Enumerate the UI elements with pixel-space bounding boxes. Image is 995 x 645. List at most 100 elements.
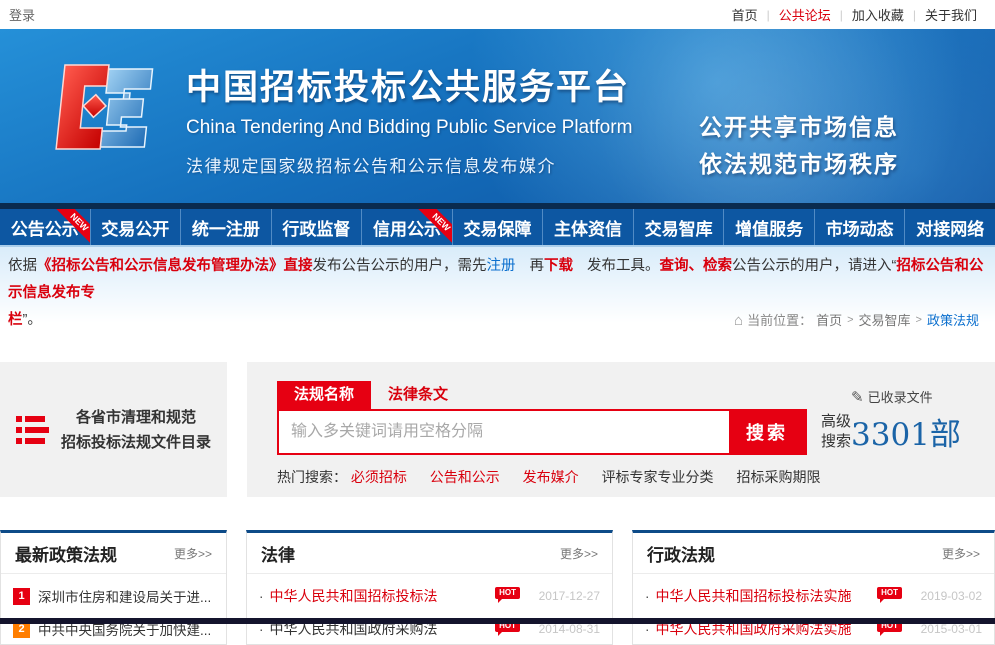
topbar-link-about[interactable]: 关于我们 bbox=[925, 5, 977, 24]
more-link[interactable]: 更多>> bbox=[560, 545, 598, 562]
brand-block: 中国招标投标公共服务平台 China Tendering And Bidding… bbox=[186, 59, 632, 177]
panel-title: 最新政策法规 bbox=[15, 541, 117, 566]
divider: | bbox=[767, 8, 770, 22]
slogan-line-1: 公开共享市场信息 bbox=[699, 109, 899, 146]
nav-label: 对接网络 bbox=[916, 215, 984, 240]
collected-label: ✎ 已收录文件 bbox=[851, 387, 983, 406]
bottom-dark-strip bbox=[0, 618, 995, 624]
notice-text: ”。 bbox=[23, 312, 42, 328]
topbar-link-home[interactable]: 首页 bbox=[732, 5, 758, 24]
bullet: · bbox=[259, 589, 264, 604]
nav-label: 增值服务 bbox=[735, 215, 803, 240]
nav-label: 交易保障 bbox=[464, 215, 532, 240]
notice-law-link[interactable]: 《招标公告和公示信息发布管理办法》直接 bbox=[37, 258, 313, 274]
breadcrumb-label: 当前位置： bbox=[747, 307, 812, 334]
nav-item-trade-open[interactable]: 交易公开 bbox=[91, 209, 182, 245]
hot-link-expert-category[interactable]: 评标专家专业分类 bbox=[602, 469, 714, 485]
rank-badge: 1 bbox=[13, 588, 30, 605]
nav-item-entity-credit[interactable]: 主体资信 bbox=[543, 209, 634, 245]
collected-label-text: 已收录文件 bbox=[868, 390, 933, 405]
provincial-catalog-card[interactable]: 各省市清理和规范 招标投标法规文件目录 bbox=[0, 362, 227, 497]
panel-header: 行政法规 更多>> bbox=[633, 533, 994, 574]
search-panel: 法规名称 法律条文 搜索 高级搜索 ✎已收录文件 3301部 热门搜索： 必须招… bbox=[247, 362, 995, 497]
catalog-line-2: 招标投标法规文件目录 bbox=[61, 430, 211, 455]
panel-header: 法律 更多>> bbox=[247, 533, 612, 574]
collected-files-block: ✎已收录文件 3301部 bbox=[851, 387, 983, 454]
list-item[interactable]: 1 深圳市住房和建设局关于进... bbox=[13, 581, 214, 611]
hot-link-announcement[interactable]: 公告和公示 bbox=[430, 469, 500, 485]
home-icon: ⌂ bbox=[734, 307, 743, 334]
item-date: 2015-03-01 bbox=[908, 622, 982, 636]
nav-label: 主体资信 bbox=[554, 215, 622, 240]
item-date: 2014-08-31 bbox=[526, 622, 600, 636]
panel-admin-regulations: 行政法规 更多>> · 中华人民共和国招标投标法实施 HOT 2019-03-0… bbox=[632, 530, 995, 645]
nav-item-announcements[interactable]: 公告公示 NEW bbox=[0, 209, 91, 245]
hot-link-procurement-period[interactable]: 招标采购期限 bbox=[736, 469, 820, 485]
topbar: 登录 首页 | 公共论坛 | 加入收藏 | 关于我们 bbox=[0, 0, 995, 29]
divider: | bbox=[840, 8, 843, 22]
nav-item-think-tank[interactable]: 交易智库 bbox=[634, 209, 725, 245]
notice-bar: 依据《招标公告和公示信息发布管理办法》直接发布公告公示的用户，需先注册再下载发布… bbox=[0, 247, 995, 336]
topbar-link-favorite[interactable]: 加入收藏 bbox=[852, 5, 904, 24]
panel-list: 1 深圳市住房和建设局关于进... 2 中共中央国务院关于加快建... bbox=[1, 574, 226, 644]
hot-search-row: 热门搜索： 必须招标 公告和公示 发布媒介 评标专家专业分类 招标采购期限 bbox=[277, 467, 995, 487]
nav-item-connect-network[interactable]: 对接网络 bbox=[905, 209, 995, 245]
notice-text: 发布公告公示的用户，需先 bbox=[313, 258, 487, 274]
register-link[interactable]: 注册 bbox=[487, 258, 516, 274]
hot-badge: HOT bbox=[877, 587, 902, 599]
query-search-link[interactable]: 查询、检索 bbox=[660, 258, 733, 274]
nav-item-credit[interactable]: 信用公示 NEW bbox=[362, 209, 453, 245]
notice-text: 再 bbox=[530, 258, 545, 274]
topbar-link-forum[interactable]: 公共论坛 bbox=[779, 5, 831, 24]
nav-item-value-services[interactable]: 增值服务 bbox=[724, 209, 815, 245]
nav-label: 市场动态 bbox=[826, 215, 894, 240]
site-header: 中国招标投标公共服务平台 China Tendering And Bidding… bbox=[0, 29, 995, 203]
notice-text: 发布工具。 bbox=[587, 258, 660, 274]
nav-label: 统一注册 bbox=[192, 215, 260, 240]
site-tagline: 法律规定国家级招标公告和公示信息发布媒介 bbox=[186, 152, 632, 177]
item-text: 中华人民共和国招标投标法 bbox=[270, 586, 490, 606]
item-text: 深圳市住房和建设局关于进... bbox=[38, 586, 211, 606]
nav-item-trade-guarantee[interactable]: 交易保障 bbox=[453, 209, 544, 245]
breadcrumb-sep: > bbox=[847, 307, 853, 334]
breadcrumb-home[interactable]: 首页 bbox=[816, 307, 842, 334]
panel-latest-policies: 最新政策法规 更多>> 1 深圳市住房和建设局关于进... 2 中共中央国务院关… bbox=[0, 530, 227, 645]
search-input[interactable] bbox=[279, 411, 729, 453]
download-link[interactable]: 下载 bbox=[544, 258, 573, 274]
site-subtitle: China Tendering And Bidding Public Servi… bbox=[186, 117, 632, 139]
panel-laws: 法律 更多>> · 中华人民共和国招标投标法 HOT 2017-12-27 · … bbox=[246, 530, 613, 645]
hot-link-must-tender[interactable]: 必须招标 bbox=[351, 469, 407, 485]
more-link[interactable]: 更多>> bbox=[174, 545, 212, 562]
tab-law-article[interactable]: 法律条文 bbox=[371, 381, 465, 409]
list-icon bbox=[16, 411, 49, 449]
list-item[interactable]: · 中华人民共和国招标投标法 HOT 2017-12-27 bbox=[259, 581, 600, 611]
item-date: 2017-12-27 bbox=[526, 589, 600, 603]
nav-label: 交易公开 bbox=[101, 215, 169, 240]
bullet: · bbox=[645, 589, 650, 604]
panel-header: 最新政策法规 更多>> bbox=[1, 533, 226, 574]
more-link[interactable]: 更多>> bbox=[942, 545, 980, 562]
search-button[interactable]: 搜索 bbox=[729, 411, 805, 453]
special-column-link[interactable]: 栏 bbox=[8, 312, 23, 328]
panel-title: 行政法规 bbox=[647, 541, 715, 566]
nav-item-market-trends[interactable]: 市场动态 bbox=[815, 209, 906, 245]
nav-label: 行政监督 bbox=[282, 215, 350, 240]
nav-item-unified-register[interactable]: 统一注册 bbox=[181, 209, 272, 245]
tab-law-name[interactable]: 法规名称 bbox=[277, 381, 371, 409]
hot-link-media[interactable]: 发布媒介 bbox=[523, 469, 579, 485]
breadcrumb-current[interactable]: 政策法规 bbox=[927, 307, 979, 334]
notice-line-2: 栏”。 ⌂ 当前位置： 首页 > 交易智库 > 政策法规 bbox=[8, 307, 987, 334]
nav-label: 交易智库 bbox=[645, 215, 713, 240]
nav-item-admin-supervision[interactable]: 行政监督 bbox=[272, 209, 363, 245]
panel-title: 法律 bbox=[261, 541, 295, 566]
pencil-icon: ✎ bbox=[851, 389, 864, 406]
main-nav: 公告公示 NEW 交易公开 统一注册 行政监督 信用公示 NEW 交易保障 主体… bbox=[0, 209, 995, 247]
header-slogan: 公开共享市场信息 依法规范市场秩序 bbox=[699, 109, 899, 183]
nav-label: 信用公示 bbox=[373, 215, 441, 240]
login-link[interactable]: 登录 bbox=[9, 5, 35, 24]
breadcrumb: ⌂ 当前位置： 首页 > 交易智库 > 政策法规 bbox=[734, 307, 987, 334]
item-text: 中华人民共和国招标投标法实施 bbox=[656, 586, 872, 606]
list-item[interactable]: · 中华人民共和国招标投标法实施 HOT 2019-03-02 bbox=[645, 581, 982, 611]
search-section: 各省市清理和规范 招标投标法规文件目录 法规名称 法律条文 搜索 高级搜索 ✎已… bbox=[0, 362, 995, 497]
breadcrumb-think-tank[interactable]: 交易智库 bbox=[859, 307, 911, 334]
